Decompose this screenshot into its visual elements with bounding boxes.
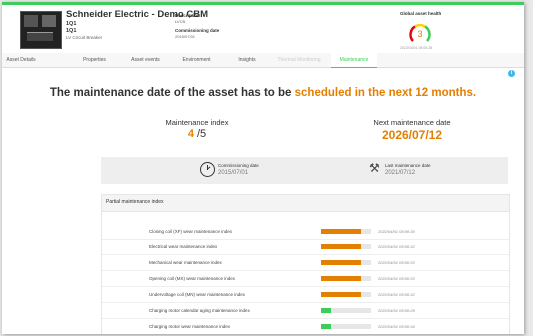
asset-thumbnail xyxy=(20,11,62,49)
partial-row-bar xyxy=(321,244,371,249)
maintenance-index-number: 4 xyxy=(187,128,194,140)
screenshot-frame: Schneider Electric - Demo CBM 1Q1 1Q1 LV… xyxy=(0,0,533,336)
info-icon[interactable]: i xyxy=(508,70,515,77)
partial-row-bar xyxy=(321,260,371,265)
tab-maintenance[interactable]: Maintenance xyxy=(331,53,377,68)
partial-row: Charging motor wear maintenance index 20… xyxy=(102,319,509,334)
top-accent-bar xyxy=(2,2,524,5)
partial-row: Opening coil (MX) wear maintenance index… xyxy=(102,271,509,287)
tab-asset-events[interactable]: Asset events xyxy=(123,53,168,67)
asset-type: LV Circuit Breaker xyxy=(66,35,103,40)
partial-row-date: 2022/04/01 05:00:29 xyxy=(378,308,415,313)
commissioning-value: 2015/07/01 xyxy=(175,34,196,39)
partial-row-bar xyxy=(321,229,371,234)
partial-row-date: 2022/04/01 05:00:32 xyxy=(378,244,415,249)
tab-insights[interactable]: Insights xyxy=(227,53,267,67)
tab-asset-details[interactable]: Asset Details xyxy=(2,53,40,67)
partial-row: Mechanical wear maintenance index 2022/0… xyxy=(102,255,509,271)
partial-maintenance-section: Partial maintenance index Closing coil (… xyxy=(101,194,510,334)
maintenance-index-max: /5 xyxy=(197,128,207,140)
partial-row-bar xyxy=(321,292,371,297)
next-maintenance-label: Next maintenance date xyxy=(373,118,451,127)
last-maintenance-value: 2021/07/12 xyxy=(385,170,416,176)
gauge-green-arc xyxy=(424,25,431,42)
asset-line-1: 1Q1 xyxy=(66,21,77,27)
description-value: LVCB xyxy=(175,19,186,24)
tab-properties[interactable]: Properties xyxy=(72,53,117,67)
partial-row-bar-fill xyxy=(321,324,331,329)
partial-row-label: Opening coil (MX) wear maintenance index xyxy=(149,276,236,281)
partial-row: Electrical wear maintenance index 2022/0… xyxy=(102,239,509,255)
health-gauge: 3 xyxy=(409,23,431,42)
asset-line-2: 1Q1 xyxy=(66,28,77,34)
partial-row-date: 2022/04/01 05:00:33 xyxy=(378,260,415,265)
maintenance-index-value: 4 /5 xyxy=(147,128,247,140)
health-value: 3 xyxy=(417,29,422,39)
commissioning-date-value: 2015/07/01 xyxy=(218,170,249,176)
next-maintenance-value: 2026/07/12 xyxy=(381,128,443,142)
partial-section-header: Partial maintenance index xyxy=(102,195,509,212)
partial-row-date: 2022/04/01 05:00:34 xyxy=(378,324,415,329)
partial-section-title: Partial maintenance index xyxy=(106,199,164,205)
maintenance-headline: The maintenance date of the asset has to… xyxy=(2,87,524,99)
partial-row-label: Undervoltage coil (MN) wear maintenance … xyxy=(149,292,246,297)
gauge-red-arc xyxy=(409,25,416,42)
partial-row-bar-fill xyxy=(321,229,361,234)
partial-row-bar xyxy=(321,324,371,329)
dates-summary-box: Commissioning date 2015/07/01 ⚒ Last mai… xyxy=(101,157,508,184)
clock-icon xyxy=(200,162,215,177)
partial-row-label: Closing coil (XF) wear maintenance index xyxy=(149,229,233,234)
health-date: 2022/04/01 05:00:28 xyxy=(400,46,433,50)
partial-row-label: Electrical wear maintenance index xyxy=(149,244,218,249)
breaker-window-right xyxy=(42,15,56,27)
partial-row-label: Charging motor wear maintenance index xyxy=(149,324,231,329)
clock-hand-hour xyxy=(206,166,211,170)
partial-row-bar xyxy=(321,276,371,281)
tab-bar: Asset Details Properties Asset events En… xyxy=(2,53,524,68)
partial-row-label: Mechanical wear maintenance index xyxy=(149,260,222,265)
partial-row-bar-fill xyxy=(321,292,361,297)
last-maintenance-label: Last maintenance date xyxy=(385,163,431,168)
headline-highlight: scheduled in the next 12 months. xyxy=(294,87,477,99)
partial-row-bar-fill xyxy=(321,276,361,281)
tab-environment[interactable]: Environment xyxy=(174,53,219,67)
headline-text: The maintenance date of the asset has to… xyxy=(49,87,295,99)
partial-row-bar-fill xyxy=(321,308,331,313)
description-label: Description xyxy=(175,13,200,18)
partial-row: Closing coil (XF) wear maintenance index… xyxy=(102,224,509,240)
partial-row-bar-fill xyxy=(321,244,361,249)
partial-row: Undervoltage coil (MN) wear maintenance … xyxy=(102,287,509,303)
asset-panel: Schneider Electric - Demo CBM 1Q1 1Q1 LV… xyxy=(2,2,524,334)
breaker-base xyxy=(27,32,53,41)
tab-thermal-monitoring: Thermal Monitoring xyxy=(277,57,321,63)
tools-icon: ⚒ xyxy=(369,161,380,175)
partial-row-bar-fill xyxy=(321,260,361,265)
global-health-label: Global asset health xyxy=(400,11,442,16)
partial-row-label: Charging motor calendar aging maintenanc… xyxy=(149,308,250,313)
maintenance-index-label: Maintenance index xyxy=(165,118,229,127)
partial-row-date: 2022/04/01 05:00:30 xyxy=(378,229,415,234)
partial-row-bar xyxy=(321,308,371,313)
commissioning-label: Commissioning date xyxy=(175,28,220,33)
partial-row-date: 2022/04/01 05:00:32 xyxy=(378,292,415,297)
partial-row-date: 2022/04/01 05:00:33 xyxy=(378,276,415,281)
gauge-yellow-arc xyxy=(414,23,426,28)
breaker-window-left xyxy=(24,15,38,27)
partial-row: Charging motor calendar aging maintenanc… xyxy=(102,303,509,319)
commissioning-date-label: Commissioning date xyxy=(218,163,259,168)
